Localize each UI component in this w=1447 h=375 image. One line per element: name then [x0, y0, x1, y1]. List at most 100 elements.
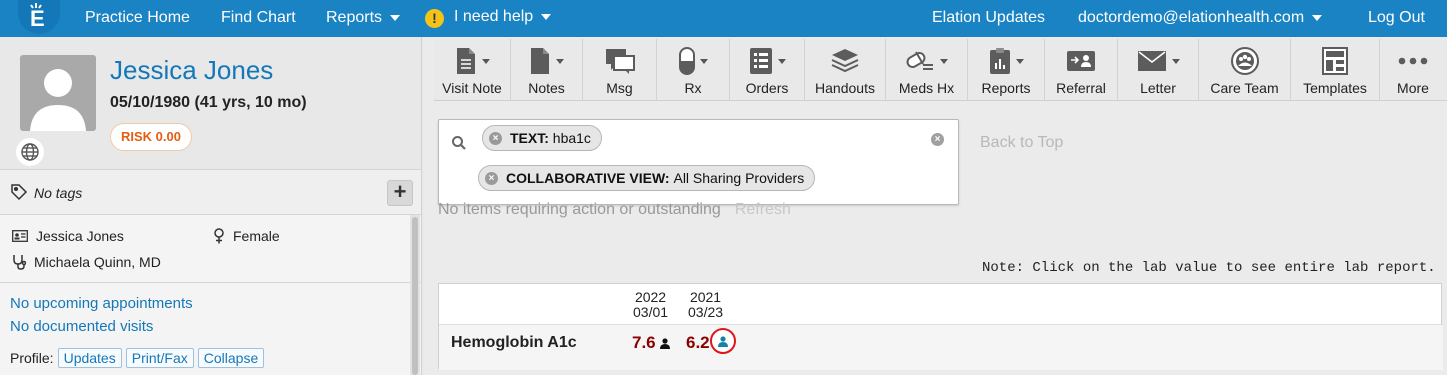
clear-search-icon[interactable]: ×: [931, 133, 944, 146]
toolbar-handouts[interactable]: Handouts: [805, 39, 886, 101]
lab-value-link[interactable]: 6.2: [686, 333, 710, 353]
toolbar-visit-note[interactable]: Visit Note: [434, 39, 511, 101]
tags-row: No tags +: [0, 169, 421, 215]
chevron-down-icon: [390, 14, 401, 21]
tag-icon: [10, 183, 28, 206]
toolbar-reports[interactable]: Reports: [968, 39, 1045, 101]
toolbar-meds-hx[interactable]: Meds Hx: [886, 39, 968, 101]
demographics-name-row: Jessica Jones: [12, 228, 124, 244]
person-icon: [718, 335, 728, 347]
toolbar-label: Visit Note: [442, 80, 502, 96]
nav-help-label: I need help: [454, 8, 534, 25]
demographics-name: Jessica Jones: [36, 228, 124, 244]
toolbar-care-team[interactable]: Care Team: [1199, 39, 1291, 101]
templates-icon: [1322, 47, 1348, 75]
nav-find-chart[interactable]: Find Chart: [221, 9, 296, 27]
toolbar-label: Rx: [684, 80, 702, 96]
chevron-down-icon: [556, 58, 564, 64]
lab-note: Note: Click on the lab value to see enti…: [982, 260, 1436, 276]
upcoming-appointments-link[interactable]: No upcoming appointments: [10, 295, 193, 312]
refresh-link[interactable]: Refresh: [735, 201, 791, 218]
id-card-icon: [12, 230, 28, 242]
chip-label: TEXT:: [510, 130, 549, 146]
nav-account-menu[interactable]: doctordemo@elationhealth.com: [1078, 9, 1323, 27]
toolbar-msg[interactable]: Msg: [583, 39, 657, 101]
patient-name[interactable]: Jessica Jones: [110, 55, 273, 86]
nav-help[interactable]: ! I need help: [425, 8, 552, 28]
risk-badge[interactable]: RISK 0.00: [110, 123, 192, 151]
toolbar-label: Letter: [1140, 80, 1176, 96]
filter-chip-collaborative-view[interactable]: × COLLABORATIVE VIEW: All Sharing Provid…: [478, 165, 816, 191]
toolbar-templates[interactable]: Templates: [1291, 39, 1380, 101]
lab-value: 7.6: [632, 333, 656, 352]
chart-toolbar: Visit Note Notes Msg Rx Orders Handouts …: [434, 39, 1447, 101]
toolbar-label: Notes: [528, 80, 565, 96]
nav-practice-home[interactable]: Practice Home: [85, 9, 190, 27]
more-icon: [1398, 57, 1428, 65]
toolbar-label: Care Team: [1210, 80, 1279, 96]
svg-text:E: E: [30, 6, 45, 29]
toolbar-label: Msg: [606, 80, 633, 96]
chevron-down-icon: [541, 13, 552, 20]
account-email: doctordemo@elationhealth.com: [1078, 9, 1305, 26]
lab-date-md: 03/23: [688, 304, 724, 320]
add-tag-button[interactable]: +: [387, 180, 413, 206]
demographics-sex-row: Female: [213, 228, 280, 244]
clipboard-chart-icon: [989, 48, 1010, 74]
chart-main: Visit Note Notes Msg Rx Orders Handouts …: [424, 37, 1447, 375]
filter-chip-text[interactable]: × TEXT: hba1c: [482, 125, 602, 151]
lab-date-year: 2021: [689, 289, 722, 305]
outstanding-text: No items requiring action or outstanding: [438, 201, 721, 218]
profile-updates-button[interactable]: Updates: [57, 348, 122, 368]
nav-reports-label: Reports: [326, 9, 383, 26]
toolbar-letter[interactable]: Letter: [1118, 39, 1199, 101]
chart-search-box[interactable]: × TEXT: hba1c × COLLABORATIVE VIEW: All …: [438, 119, 959, 205]
toolbar-label: Handouts: [815, 80, 875, 96]
referral-icon: [1067, 51, 1095, 71]
remove-chip-icon[interactable]: ×: [485, 171, 498, 185]
nav-reports[interactable]: Reports: [326, 9, 401, 27]
nav-logout[interactable]: Log Out: [1368, 9, 1425, 27]
patient-dob: 05/10/1980 (41 yrs, 10 mo): [110, 94, 307, 111]
toolbar-rx[interactable]: Rx: [657, 39, 730, 101]
lab-date-year: 2022: [634, 289, 667, 305]
profile-collapse-button[interactable]: Collapse: [197, 348, 265, 368]
documented-visits-link[interactable]: No documented visits: [10, 318, 153, 335]
patient-header: Jessica Jones 05/10/1980 (41 yrs, 10 mo)…: [0, 37, 421, 169]
message-icon: [605, 49, 635, 74]
toolbar-label: More: [1397, 80, 1429, 96]
toolbar-label: Templates: [1303, 80, 1367, 96]
toolbar-notes[interactable]: Notes: [511, 39, 583, 101]
chevron-down-icon: [1015, 58, 1024, 64]
lab-date-header: 2021 03/23: [688, 290, 723, 320]
meds-history-icon: [906, 51, 933, 70]
tags-label: No tags: [34, 185, 83, 201]
demographics: Jessica Jones Female Michaela Quinn, MD: [0, 215, 421, 283]
chip-value: All Sharing Providers: [673, 170, 805, 186]
lab-date-md: 03/01: [633, 304, 669, 320]
chip-value: hba1c: [552, 130, 591, 146]
lab-value: 6.2: [686, 333, 710, 352]
back-to-top-link[interactable]: Back to Top: [980, 134, 1063, 152]
search-icon: [452, 136, 466, 150]
warning-icon: !: [425, 9, 444, 28]
nav-elation-updates[interactable]: Elation Updates: [932, 9, 1045, 27]
globe-icon: [16, 138, 44, 166]
toolbar-more[interactable]: More: [1380, 39, 1446, 101]
profile-print-fax-button[interactable]: Print/Fax: [125, 348, 194, 368]
scrollbar-thumb[interactable]: [412, 217, 418, 375]
remove-chip-icon[interactable]: ×: [489, 131, 502, 145]
sidebar-scrollbar[interactable]: [410, 215, 420, 375]
document-icon: [456, 48, 475, 74]
lab-results-table: 2022 03/01 2021 03/23 Hemoglobin A1c 7.6 6…: [438, 283, 1443, 370]
elation-logo[interactable]: E: [18, 0, 60, 34]
top-navbar: E Practice Home Find Chart Reports ! I ne…: [0, 0, 1447, 37]
toolbar-orders[interactable]: Orders: [730, 39, 805, 101]
demographics-provider: Michaela Quinn, MD: [34, 254, 161, 270]
shared-provider-highlight[interactable]: [710, 328, 736, 354]
patient-sidebar: Jessica Jones 05/10/1980 (41 yrs, 10 mo)…: [0, 37, 422, 375]
lab-test-name: Hemoglobin A1c: [451, 334, 577, 351]
outstanding-items-status: No items requiring action or outstanding…: [438, 201, 791, 219]
lab-value-link[interactable]: 7.6: [632, 333, 670, 353]
toolbar-referral[interactable]: Referral: [1045, 39, 1118, 101]
